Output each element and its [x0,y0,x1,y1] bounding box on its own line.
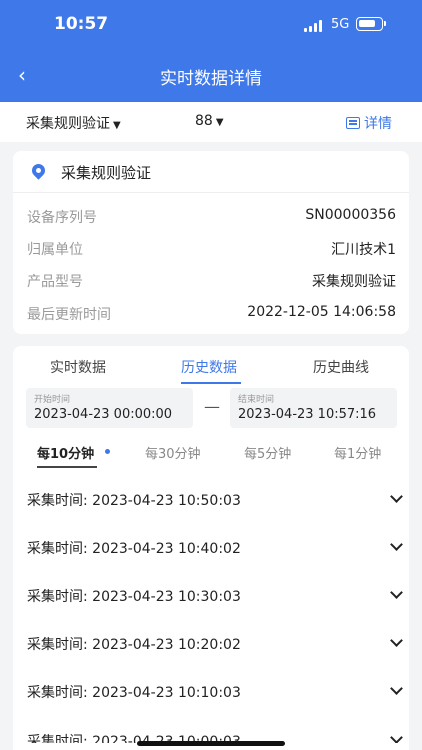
network-label: 5G [331,17,350,32]
detail-button[interactable]: 详情 [346,113,392,133]
record-row[interactable]: 采集时间: 2023-04-23 10:30:03 [27,586,403,610]
active-dot-icon [105,449,110,454]
rule-dropdown[interactable]: 采集规则验证 ▼ [26,113,121,133]
end-time-field[interactable]: 结束时间 2023-04-23 10:57:16 [230,388,397,428]
home-indicator [137,741,285,746]
record-time: 采集时间: 2023-04-23 10:30:03 [27,589,241,605]
record-time: 采集时间: 2023-04-23 10:10:03 [27,685,241,701]
status-time: 10:57 [54,14,109,34]
chevron-down-icon[interactable] [390,731,403,743]
interval-10min[interactable]: 每10分钟 [37,443,94,462]
start-time-value: 2023-04-23 00:00:00 [34,407,173,422]
end-time-label: 结束时间 [238,395,275,405]
number-dropdown[interactable]: 88 ▼ [195,113,224,129]
end-time-value: 2023-04-23 10:57:16 [238,407,377,422]
interval-1min[interactable]: 每1分钟 [334,443,381,462]
page-title: 实时数据详情 [160,69,262,89]
range-separator: — [204,397,220,416]
chevron-down-icon[interactable] [390,490,403,503]
rule-dropdown-label: 采集规则验证 [26,116,110,132]
info-value: 汇川技术1 [331,242,396,258]
location-pin-icon [29,161,48,180]
info-label: 设备序列号 [27,210,97,226]
info-value: 2022-12-05 14:06:58 [247,304,396,320]
info-label: 产品型号 [27,274,83,290]
tab-history[interactable]: 历史数据 [181,357,237,377]
number-dropdown-label: 88 [195,113,213,129]
chevron-down-icon[interactable] [390,634,403,647]
interval-30min[interactable]: 每30分钟 [145,443,201,462]
signal-icon [304,20,324,32]
interval-5min[interactable]: 每5分钟 [244,443,291,462]
info-row-serial: 设备序列号 SN00000356 [27,207,396,229]
caret-down-icon: ▼ [113,120,121,131]
active-tab-indicator [181,382,241,384]
record-row[interactable]: 采集时间: 2023-04-23 10:40:02 [27,538,403,562]
info-row-model: 产品型号 采集规则验证 [27,271,396,293]
chevron-down-icon[interactable] [390,682,403,695]
device-name: 采集规则验证 [61,164,152,182]
info-row-owner: 归属单位 汇川技术1 [27,239,396,261]
record-time: 采集时间: 2023-04-23 10:40:02 [27,541,241,557]
data-tabs: 实时数据 历史数据 历史曲线 [13,346,409,384]
filter-bar: 采集规则验证 ▼ 88 ▼ 详情 [0,102,422,142]
record-time: 采集时间: 2023-04-23 10:50:03 [27,493,241,509]
app-header: 10:57 5G ‹ 实时数据详情 [0,0,422,102]
start-time-label: 开始时间 [34,395,71,405]
history-card: 实时数据 历史数据 历史曲线 开始时间 2023-04-23 00:00:00 … [13,346,409,750]
record-time: 采集时间: 2023-04-23 10:20:02 [27,637,241,653]
start-time-field[interactable]: 开始时间 2023-04-23 00:00:00 [26,388,193,428]
info-value: SN00000356 [305,207,396,223]
device-card-header: 采集规则验证 [13,151,409,193]
info-label: 最后更新时间 [27,307,111,323]
info-label: 归属单位 [27,242,83,258]
tab-realtime[interactable]: 实时数据 [50,357,106,377]
tab-history-curve[interactable]: 历史曲线 [313,357,369,377]
chevron-down-icon[interactable] [390,586,403,599]
active-interval-underline [37,466,97,468]
record-row[interactable]: 采集时间: 2023-04-23 10:10:03 [27,682,403,706]
record-row[interactable]: 采集时间: 2023-04-23 10:20:02 [27,634,403,658]
status-bar: 10:57 5G [0,0,422,50]
info-row-updated: 最后更新时间 2022-12-05 14:06:58 [27,304,396,326]
battery-icon [356,17,386,31]
device-info-card: 采集规则验证 设备序列号 SN00000356 归属单位 汇川技术1 产品型号 … [13,151,409,334]
record-row[interactable]: 采集时间: 2023-04-23 10:50:03 [27,490,403,514]
detail-button-label: 详情 [364,116,392,132]
caret-down-icon: ▼ [215,117,224,128]
info-value: 采集规则验证 [312,274,396,290]
list-icon [346,117,360,129]
chevron-down-icon[interactable] [390,538,403,551]
interval-tabs: 每10分钟 每30分钟 每5分钟 每1分钟 [13,440,409,468]
